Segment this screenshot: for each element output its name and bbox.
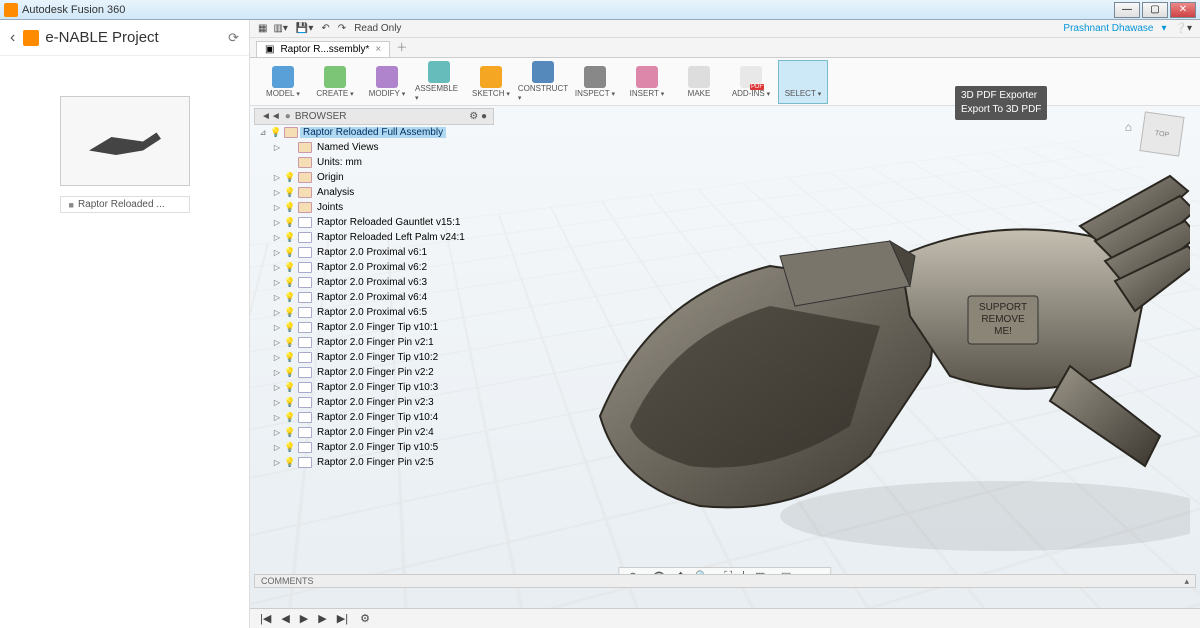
addins-menu[interactable]: ADD-INS — [726, 60, 776, 104]
browser-root[interactable]: Raptor Reloaded Full Assembly — [300, 127, 446, 138]
user-name[interactable]: Prashnant Dhawase — [1063, 23, 1153, 34]
back-icon[interactable]: ‹ — [10, 29, 15, 47]
assemble-menu[interactable]: ASSEMBLE — [414, 60, 464, 104]
timeline-prev-icon[interactable]: ◀ — [279, 612, 291, 625]
refresh-icon[interactable]: ⟳ — [228, 30, 239, 46]
select-menu[interactable]: SELECT — [778, 60, 828, 104]
browser-item[interactable]: ▷💡Raptor 2.0 Finger Pin v2:4 — [254, 425, 494, 440]
close-button[interactable]: ✕ — [1170, 2, 1196, 18]
browser-header[interactable]: ◄◄●BROWSER⚙ ● — [254, 108, 494, 125]
timeline-play-icon[interactable]: ▶ — [298, 612, 310, 625]
help-icon[interactable]: ❔▾ — [1175, 23, 1192, 34]
home-view-icon[interactable]: ⌂ — [1125, 120, 1132, 134]
timeline-next-icon[interactable]: ▶ — [316, 612, 328, 625]
browser-item[interactable]: ▷💡Analysis — [254, 185, 494, 200]
file-thumbnail[interactable] — [60, 96, 190, 186]
redo-icon[interactable]: ↷ — [338, 23, 346, 34]
minimize-button[interactable]: — — [1114, 2, 1140, 18]
timeline-settings-icon[interactable]: ⚙ — [360, 612, 370, 625]
document-tab[interactable]: ▣ Raptor R...ssembly* × — [256, 41, 390, 57]
browser-item[interactable]: ▷💡Raptor 2.0 Finger Pin v2:2 — [254, 365, 494, 380]
canvas-viewport[interactable]: ⌂ TOP SUPP — [250, 106, 1200, 608]
quick-access-toolbar: ▦ ▥▾ 💾▾ ↶ ↷ Read Only Prashnant Dhawase▾… — [250, 20, 1200, 38]
main-toolbar: MODEL CREATE MODIFY ASSEMBLE SKETCH CONS… — [250, 58, 1200, 106]
timeline-end-icon[interactable]: ▶| — [335, 612, 350, 625]
browser-item[interactable]: ▷Named Views — [254, 140, 494, 155]
browser-item[interactable]: ▷💡Joints — [254, 200, 494, 215]
tab-close-icon[interactable]: × — [375, 44, 381, 55]
maximize-button[interactable]: ▢ — [1142, 2, 1168, 18]
svg-text:ME!: ME! — [994, 326, 1012, 337]
inspect-menu[interactable]: INSPECT — [570, 60, 620, 104]
tab-icon: ▣ — [265, 44, 274, 55]
browser-item[interactable]: ▷💡Raptor 2.0 Finger Tip v10:2 — [254, 350, 494, 365]
data-panel-toggle-icon[interactable]: ▦ — [258, 23, 265, 34]
file-name-label[interactable]: Raptor Reloaded ... — [60, 196, 190, 213]
data-panel: ‹ e-NABLE Project ⟳ Raptor Reloaded ... — [0, 20, 250, 628]
browser-item[interactable]: ▷💡Raptor 2.0 Proximal v6:4 — [254, 290, 494, 305]
browser-item[interactable]: Units: mm — [254, 155, 494, 170]
undo-icon[interactable]: ↶ — [321, 23, 329, 34]
create-menu[interactable]: CREATE — [310, 60, 360, 104]
tab-label: Raptor R...ssembly* — [280, 44, 369, 55]
browser-item[interactable]: ▷💡Raptor 2.0 Proximal v6:2 — [254, 260, 494, 275]
browser-item[interactable]: ▷💡Raptor 2.0 Finger Pin v2:3 — [254, 395, 494, 410]
browser-item[interactable]: ▷💡Raptor 2.0 Proximal v6:5 — [254, 305, 494, 320]
workspace-switcher[interactable]: MODEL — [258, 60, 308, 104]
browser-panel: ◄◄●BROWSER⚙ ● ⊿💡Raptor Reloaded Full Ass… — [254, 108, 494, 470]
svg-text:SUPPORT: SUPPORT — [979, 302, 1027, 313]
browser-item[interactable]: ▷💡Raptor 2.0 Finger Tip v10:3 — [254, 380, 494, 395]
save-icon[interactable]: 💾▾ — [296, 23, 313, 34]
window-title: Autodesk Fusion 360 — [22, 4, 125, 16]
new-tab-button[interactable]: ＋ — [390, 37, 413, 57]
read-only-label: Read Only — [354, 23, 401, 34]
browser-item[interactable]: ▷💡Raptor 2.0 Proximal v6:3 — [254, 275, 494, 290]
browser-item[interactable]: ▷💡Origin — [254, 170, 494, 185]
browser-item[interactable]: ▷💡Raptor 2.0 Finger Tip v10:1 — [254, 320, 494, 335]
svg-text:REMOVE: REMOVE — [981, 314, 1025, 325]
file-menu-icon[interactable]: ▥▾ — [273, 23, 287, 34]
browser-item[interactable]: ▷💡Raptor 2.0 Finger Tip v10:4 — [254, 410, 494, 425]
construct-menu[interactable]: CONSTRUCT — [518, 60, 568, 104]
browser-item[interactable]: ▷💡Raptor 2.0 Finger Pin v2:5 — [254, 455, 494, 470]
model-3d[interactable]: SUPPORT REMOVE ME! — [570, 136, 1190, 556]
timeline-start-icon[interactable]: |◀ — [258, 612, 273, 625]
modify-menu[interactable]: MODIFY — [362, 60, 412, 104]
comments-bar[interactable]: COMMENTS — [254, 574, 1196, 588]
window-titlebar: Autodesk Fusion 360 — ▢ ✕ — [0, 0, 1200, 20]
insert-menu[interactable]: INSERT — [622, 60, 672, 104]
document-tabstrip: ▣ Raptor R...ssembly* × ＋ — [250, 38, 1200, 58]
make-menu[interactable]: MAKE — [674, 60, 724, 104]
browser-item[interactable]: ▷💡Raptor 2.0 Proximal v6:1 — [254, 245, 494, 260]
addins-tooltip: 3D PDF Exporter Export To 3D PDF — [955, 86, 1047, 120]
browser-item[interactable]: ▷💡Raptor 2.0 Finger Tip v10:5 — [254, 440, 494, 455]
browser-item[interactable]: ▷💡Raptor Reloaded Left Palm v24:1 — [254, 230, 494, 245]
browser-item[interactable]: ▷💡Raptor Reloaded Gauntlet v15:1 — [254, 215, 494, 230]
app-icon — [4, 3, 18, 17]
project-name: e-NABLE Project — [45, 29, 228, 46]
project-icon — [23, 30, 39, 46]
timeline-bar: |◀ ◀ ▶ ▶ ▶| ⚙ — [250, 608, 1200, 628]
browser-item[interactable]: ▷💡Raptor 2.0 Finger Pin v2:1 — [254, 335, 494, 350]
sketch-menu[interactable]: SKETCH — [466, 60, 516, 104]
